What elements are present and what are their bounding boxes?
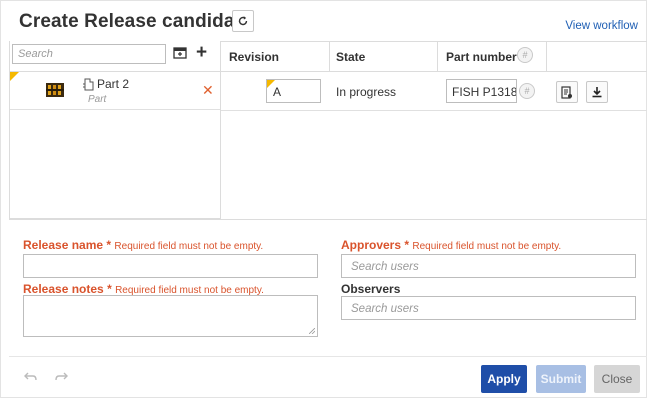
- item-name: Part 2: [97, 77, 130, 91]
- undo-icon[interactable]: [24, 370, 38, 382]
- part-thumbnail-icon: [46, 83, 64, 97]
- new-folder-icon[interactable]: [173, 46, 187, 60]
- submit-button[interactable]: Submit: [536, 365, 586, 393]
- divider: [221, 110, 647, 111]
- divider: [329, 41, 330, 72]
- hash-icon[interactable]: #: [519, 83, 535, 99]
- approvers-label: Approvers * Required field must not be e…: [341, 238, 561, 252]
- refresh-icon: [238, 16, 248, 26]
- download-icon: [592, 87, 602, 98]
- resize-grip-icon[interactable]: [309, 328, 315, 334]
- divider: [437, 41, 438, 72]
- observers-search-input[interactable]: Search users: [341, 296, 636, 320]
- properties-icon: [561, 85, 572, 99]
- hash-icon[interactable]: #: [517, 47, 533, 63]
- release-name-error: Required field must not be empty.: [114, 241, 264, 252]
- modified-marker: [10, 72, 19, 81]
- close-button[interactable]: Close: [594, 365, 640, 393]
- add-icon[interactable]: +: [196, 43, 207, 62]
- release-name-label: Release name * Required field must not b…: [23, 238, 263, 252]
- column-header-state[interactable]: State: [336, 50, 365, 64]
- redo-icon[interactable]: [54, 370, 68, 382]
- view-workflow-link[interactable]: View workflow: [565, 20, 638, 32]
- part-number-field[interactable]: FISH P1318: [446, 79, 517, 103]
- release-dialog: Create Release candidate View workflow S…: [0, 0, 647, 398]
- divider: [221, 41, 647, 42]
- list-item[interactable]: Part 2 Part ✕: [10, 72, 220, 110]
- release-name-field[interactable]: [23, 254, 318, 278]
- apply-button[interactable]: Apply: [481, 365, 527, 393]
- observers-label: Observers: [341, 282, 401, 296]
- divider: [221, 71, 647, 72]
- state-value: In progress: [336, 85, 397, 99]
- remove-icon[interactable]: ✕: [202, 82, 214, 99]
- download-button[interactable]: [586, 81, 608, 103]
- approvers-search-input[interactable]: Search users: [341, 254, 636, 278]
- release-name-label-text: Release name: [23, 238, 104, 252]
- revision-field[interactable]: A: [266, 79, 321, 103]
- part-icon: [83, 78, 94, 91]
- divider: [220, 41, 221, 219]
- dialog-title: Create Release candidate: [19, 11, 252, 32]
- item-type: Part: [88, 94, 107, 105]
- properties-button[interactable]: [556, 81, 578, 103]
- required-star: *: [107, 282, 112, 296]
- approvers-error: Required field must not be empty.: [412, 241, 562, 252]
- approvers-label-text: Approvers: [341, 238, 402, 252]
- divider: [9, 219, 647, 220]
- column-header-part-number[interactable]: Part number: [446, 50, 517, 64]
- refresh-button[interactable]: [232, 10, 254, 32]
- column-header-revision[interactable]: Revision: [229, 50, 279, 64]
- search-input[interactable]: Search: [12, 44, 166, 64]
- divider: [9, 356, 647, 357]
- required-star: *: [404, 238, 410, 252]
- modified-marker: [267, 80, 275, 88]
- items-panel: [9, 41, 221, 219]
- divider: [546, 41, 547, 72]
- release-notes-field[interactable]: [23, 295, 318, 337]
- required-star: *: [106, 238, 112, 252]
- release-notes-label-text: Release notes: [23, 282, 104, 296]
- release-notes-label: Release notes * Required field must not …: [23, 282, 264, 296]
